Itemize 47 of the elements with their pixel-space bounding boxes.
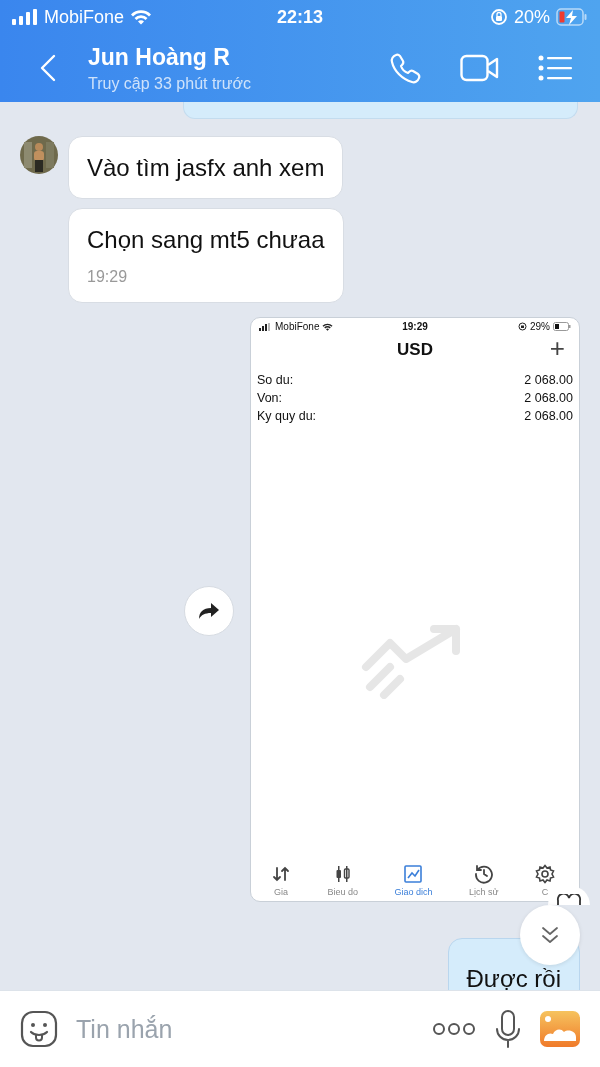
gallery-icon[interactable] [540, 1011, 580, 1047]
video-call-button[interactable] [460, 54, 500, 82]
row-label: Ky quy du: [257, 409, 317, 423]
message-text: Được rồi [466, 965, 561, 990]
share-button[interactable] [184, 586, 234, 636]
add-button[interactable]: + [549, 333, 565, 364]
sticker-icon[interactable] [20, 1010, 58, 1048]
battery-icon [553, 322, 571, 331]
contact-name: Jun Hoàng R [88, 43, 231, 71]
menu-button[interactable] [538, 55, 572, 81]
tab[interactable]: Giao dich [394, 864, 433, 897]
rotation-lock-icon [517, 322, 527, 331]
tab[interactable]: Bieu do [327, 864, 358, 897]
row-value: 2 068.00 [524, 409, 573, 423]
last-seen-text: Truy cập 33 phút trước [88, 74, 252, 93]
status-time: 19:29 [402, 321, 428, 332]
tab[interactable]: C [535, 864, 555, 897]
wifi-icon [322, 322, 334, 331]
signal-icon [259, 322, 272, 331]
up-down-arrows-icon [271, 864, 291, 884]
status-time: 22:13 [276, 6, 323, 28]
tab[interactable]: Gia [271, 864, 291, 897]
history-icon [473, 864, 494, 884]
chevrons-down-icon [540, 925, 560, 945]
row-label: Von: [257, 391, 283, 405]
trend-chart-icon [403, 864, 424, 884]
share-arrow-icon [198, 602, 220, 620]
microphone-icon[interactable] [494, 1009, 522, 1049]
row-value: 2 068.00 [524, 373, 573, 387]
carrier-name: MobiFone [44, 6, 125, 28]
wifi-icon [130, 9, 153, 25]
message-text: Vào tìm jasfx anh xem [87, 154, 325, 182]
signal-icon [12, 9, 38, 25]
row-value: 2 068.00 [524, 391, 573, 405]
carrier-name: MobiFone [275, 321, 320, 332]
row-label: So du: [257, 373, 294, 387]
rotation-lock-icon [489, 8, 508, 26]
back-button[interactable] [38, 53, 58, 83]
battery-percent: 20% [513, 6, 550, 28]
message-time: 19:29 [87, 268, 129, 286]
message-text: Chọn sang mt5 chưaa [87, 226, 325, 254]
phone-call-button[interactable] [388, 51, 422, 85]
battery-percent: 29% [529, 321, 550, 332]
account-title: USD [397, 340, 433, 360]
tab[interactable]: Lịch sử [468, 864, 499, 897]
more-button[interactable] [432, 1022, 476, 1036]
settings-icon [535, 864, 555, 884]
